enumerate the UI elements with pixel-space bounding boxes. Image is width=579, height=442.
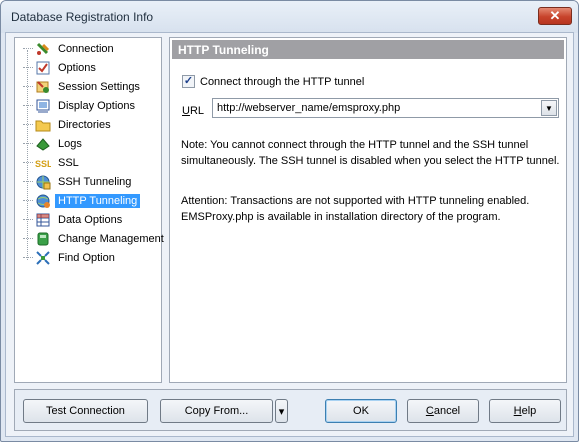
url-input[interactable]: http://webserver_name/emsproxy.php ▼ [212, 98, 559, 118]
svg-text:SSL: SSL [35, 159, 51, 169]
ssh-icon [35, 174, 51, 190]
tree-item-ssl[interactable]: SSL SSL [23, 154, 82, 171]
http-tunneling-panel: HTTP Tunneling ✓ Connect through the HTT… [169, 37, 567, 383]
dialog-client: Connection Options Session Settings Disp… [5, 32, 574, 437]
display-options-icon [35, 98, 51, 114]
options-icon [35, 60, 51, 76]
tree-item-ssh-tunneling[interactable]: SSH Tunneling [23, 173, 134, 190]
url-label: URL [182, 105, 205, 117]
dialog-window: Database Registration Info ✕ Connection … [0, 0, 579, 442]
tree-item-change-management[interactable]: Change Management [23, 230, 167, 247]
tree-item-display-options[interactable]: Display Options [23, 97, 138, 114]
tree-item-http-tunneling[interactable]: HTTP Tunneling [23, 192, 141, 209]
tree-item-label: Change Management [58, 232, 164, 245]
ssl-icon: SSL [35, 155, 53, 171]
chevron-down-icon: ▾ [278, 405, 285, 418]
tree-item-connection[interactable]: Connection [23, 40, 117, 57]
tree-item-label: Connection [58, 42, 114, 55]
tree-item-label: Directories [58, 118, 111, 131]
url-dropdown-button[interactable]: ▼ [541, 100, 557, 116]
title-bar: Database Registration Info ✕ [1, 1, 578, 33]
http-globe-icon [35, 193, 51, 209]
tree-item-options[interactable]: Options [23, 59, 99, 76]
ok-button[interactable]: OK [325, 399, 397, 423]
tree-item-logs[interactable]: Logs [23, 135, 85, 152]
http-tunnel-checkbox-row[interactable]: ✓ Connect through the HTTP tunnel [182, 75, 364, 88]
close-button[interactable]: ✕ [538, 7, 572, 25]
tree-item-label: SSH Tunneling [58, 175, 132, 188]
change-management-icon [35, 231, 51, 247]
data-options-icon [35, 212, 51, 228]
copy-from-dropdown-button[interactable]: ▾ [275, 399, 288, 423]
tree-item-label: HTTP Tunneling [55, 193, 141, 208]
tree-item-label: Display Options [58, 99, 136, 112]
tree-item-label: Options [58, 61, 96, 74]
tree-item-label: Find Option [58, 251, 115, 264]
http-tunnel-checkbox-label: Connect through the HTTP tunnel [200, 75, 365, 88]
help-button[interactable]: Help [489, 399, 561, 423]
tree-item-session-settings[interactable]: Session Settings [23, 78, 143, 95]
copy-from-button[interactable]: Copy From... [160, 399, 273, 423]
http-tunnel-checkbox[interactable]: ✓ [182, 75, 195, 88]
cancel-button[interactable]: Cancel [407, 399, 479, 423]
settings-tree: Connection Options Session Settings Disp… [14, 37, 164, 383]
url-value: http://webserver_name/emsproxy.php [217, 102, 401, 114]
tree-item-data-options[interactable]: Data Options [23, 211, 125, 228]
close-icon: ✕ [549, 8, 561, 23]
attention-text: Attention: Transactions are not supporte… [181, 195, 530, 223]
button-bar: Test Connection Copy From... ▾ OK Cancel… [14, 389, 567, 431]
test-connection-button[interactable]: Test Connection [23, 399, 148, 423]
folder-icon [35, 117, 51, 133]
find-option-icon [35, 250, 51, 266]
tree-item-label: Logs [58, 137, 82, 150]
tree-item-label: Session Settings [58, 80, 140, 93]
logs-icon [35, 136, 51, 152]
window-title: Database Registration Info [11, 10, 154, 24]
session-settings-icon [35, 79, 51, 95]
tree-item-label: SSL [58, 156, 79, 169]
tree-item-directories[interactable]: Directories [23, 116, 114, 133]
chevron-down-icon: ▼ [545, 103, 553, 113]
tree-item-find-option[interactable]: Find Option [23, 249, 118, 266]
note-text: Note: You cannot connect through the HTT… [181, 139, 560, 167]
tree-item-label: Data Options [58, 213, 123, 226]
connection-icon [35, 41, 51, 57]
panel-header: HTTP Tunneling [172, 40, 564, 59]
